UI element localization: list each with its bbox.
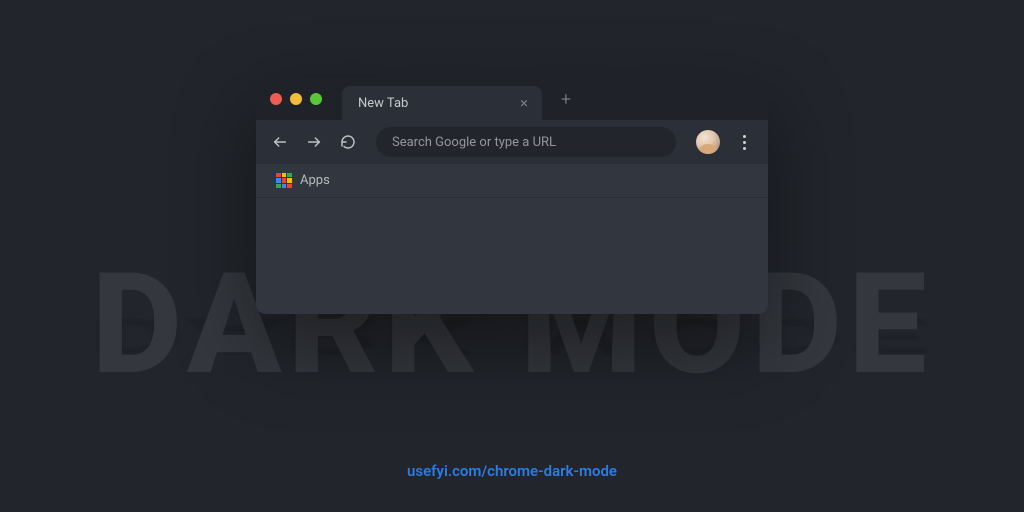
footer-url[interactable]: usefyi.com/chrome-dark-mode <box>0 462 1024 480</box>
tab-title: New Tab <box>358 96 516 111</box>
window-controls <box>270 93 322 105</box>
browser-window: New Tab × + Search Google or type a URL <box>256 78 768 314</box>
reload-button[interactable] <box>334 128 362 156</box>
tab-new-tab[interactable]: New Tab × <box>342 86 542 120</box>
minimize-window-button[interactable] <box>290 93 302 105</box>
chrome-menu-button[interactable] <box>730 128 758 156</box>
profile-avatar[interactable] <box>696 130 720 154</box>
apps-shortcut[interactable]: Apps <box>270 169 336 193</box>
new-tab-button[interactable]: + <box>552 85 580 113</box>
apps-grid-icon <box>276 173 292 189</box>
close-window-button[interactable] <box>270 93 282 105</box>
kebab-dot-icon <box>743 135 746 138</box>
kebab-dot-icon <box>743 147 746 150</box>
tab-strip: New Tab × + <box>256 78 768 120</box>
back-button[interactable] <box>266 128 294 156</box>
kebab-dot-icon <box>743 141 746 144</box>
toolbar: Search Google or type a URL <box>256 120 768 164</box>
page-content <box>256 198 768 314</box>
apps-label: Apps <box>300 173 330 188</box>
close-tab-icon[interactable]: × <box>516 94 532 112</box>
address-bar-placeholder: Search Google or type a URL <box>392 135 556 150</box>
arrow-left-icon <box>272 134 288 150</box>
maximize-window-button[interactable] <box>310 93 322 105</box>
arrow-right-icon <box>306 134 322 150</box>
address-bar[interactable]: Search Google or type a URL <box>376 127 676 157</box>
bookmarks-bar: Apps <box>256 164 768 198</box>
forward-button[interactable] <box>300 128 328 156</box>
reload-icon <box>340 134 356 150</box>
plus-icon: + <box>561 89 571 110</box>
